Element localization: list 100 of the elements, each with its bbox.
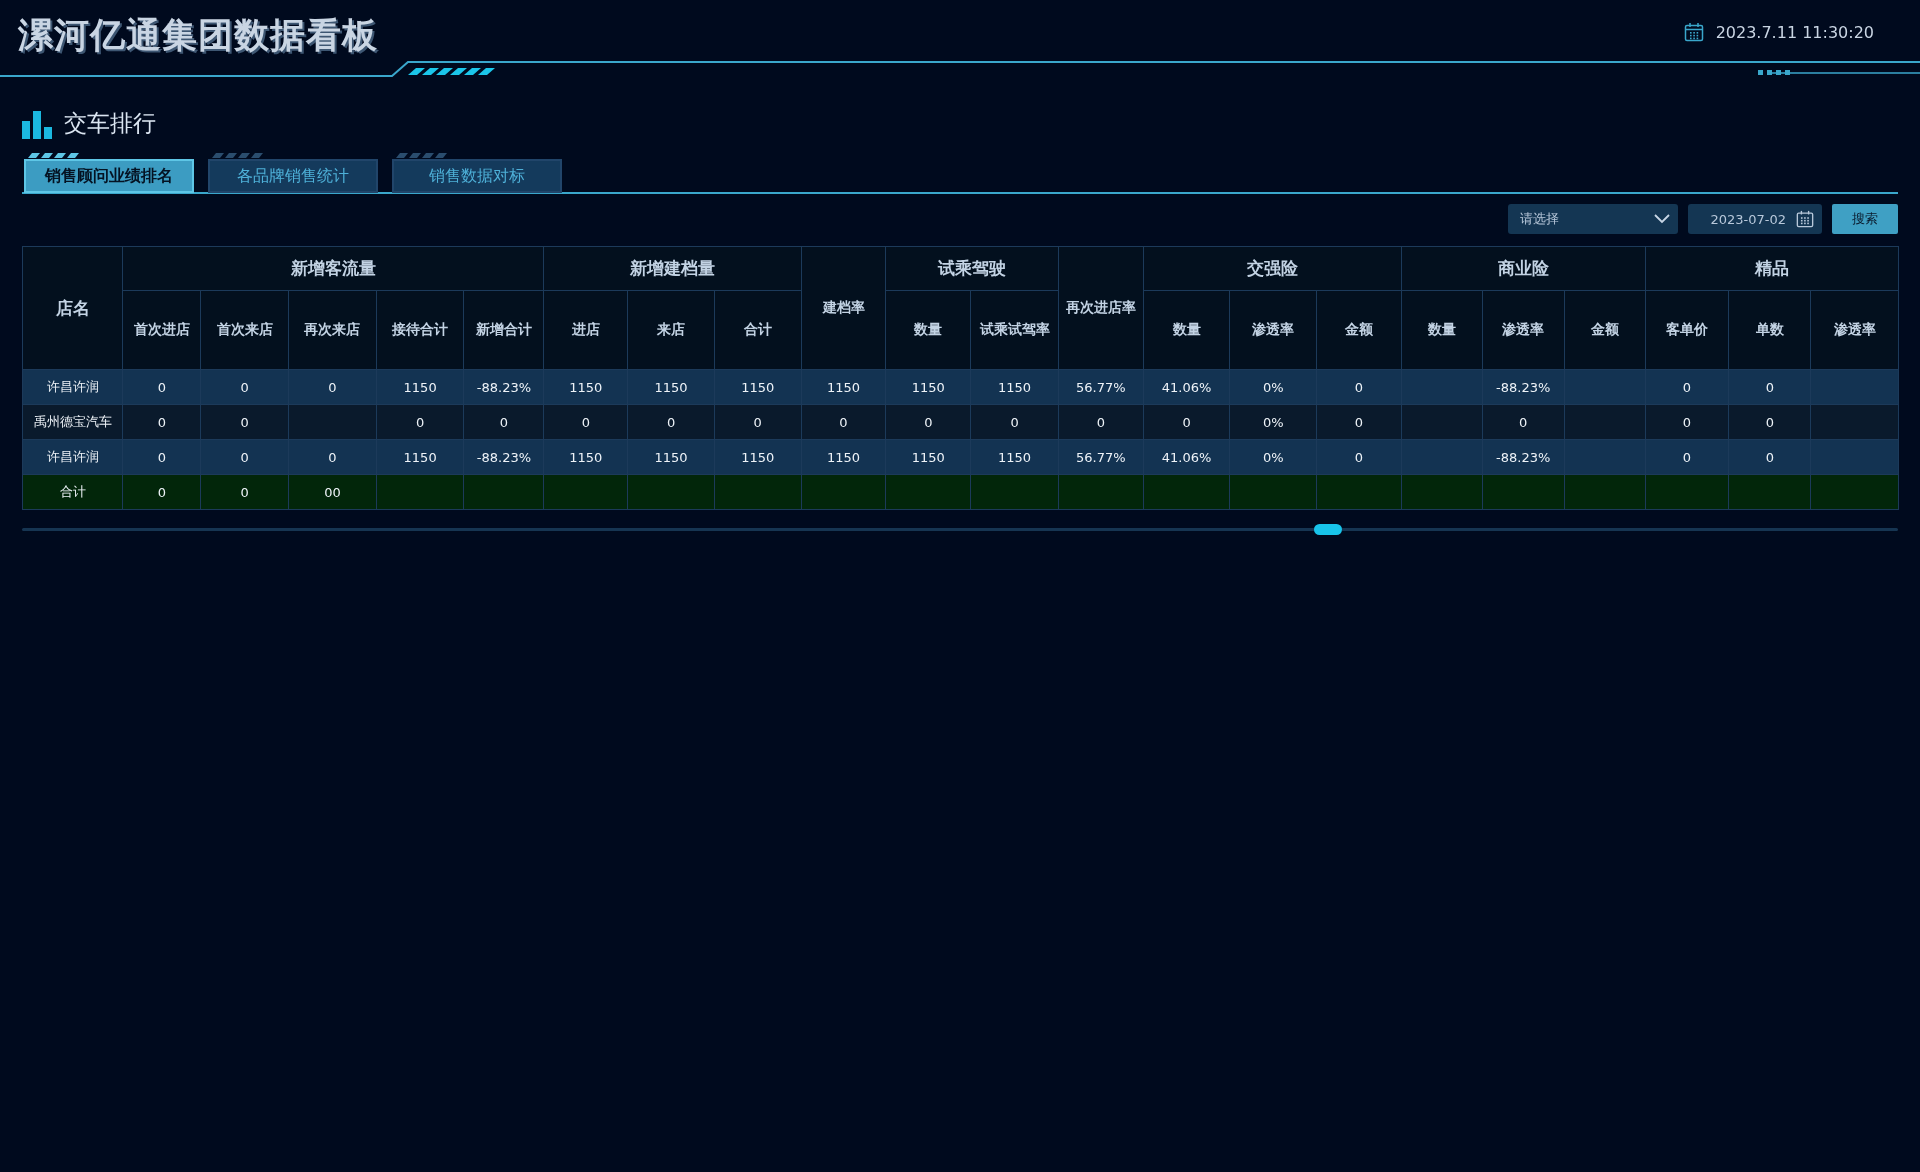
column-group-header: 精品 bbox=[1645, 246, 1899, 291]
table-cell: 0 bbox=[1728, 369, 1811, 405]
table-cell: 0 bbox=[1645, 439, 1729, 475]
table-cell: 1150 bbox=[627, 439, 715, 475]
calendar-icon bbox=[1796, 210, 1814, 228]
column-header: 客单价 bbox=[1645, 290, 1729, 370]
table-cell: 0 bbox=[1645, 404, 1729, 440]
column-header: 数量 bbox=[1143, 290, 1230, 370]
table-cell: 0 bbox=[200, 404, 289, 440]
tab-stripes-icon bbox=[396, 153, 448, 158]
table-cell: -88.23% bbox=[463, 439, 544, 475]
column-header: 渗透率 bbox=[1810, 290, 1899, 370]
table-cell: 1150 bbox=[714, 439, 802, 475]
table-cell: -88.23% bbox=[1482, 369, 1565, 405]
table-cell: 0% bbox=[1229, 369, 1317, 405]
column-header: 新增合计 bbox=[463, 290, 544, 370]
table-cell: 许昌许润 bbox=[22, 439, 123, 475]
table-cell: -88.23% bbox=[1482, 439, 1565, 475]
table-cell: 0 bbox=[200, 439, 289, 475]
date-field[interactable]: 2023-07-02 bbox=[1688, 204, 1822, 234]
table-cell: 0 bbox=[1482, 404, 1565, 440]
table-cell: 1150 bbox=[714, 369, 802, 405]
column-group-header: 新增建档量 bbox=[543, 246, 802, 291]
table-cell: 1150 bbox=[801, 369, 886, 405]
table-cell: 0 bbox=[627, 404, 715, 440]
table-cell: 合计 bbox=[22, 474, 123, 510]
table-cell: 1150 bbox=[376, 439, 464, 475]
table-cell: 1150 bbox=[543, 439, 628, 475]
tab-stripes-icon bbox=[28, 153, 80, 158]
table-cell: 1150 bbox=[627, 369, 715, 405]
column-header: 数量 bbox=[1401, 290, 1483, 370]
table-cell: 0 bbox=[122, 404, 201, 440]
column-group-header: 交强险 bbox=[1143, 246, 1402, 291]
table-cell: 0 bbox=[200, 474, 289, 510]
table-cell: 0 bbox=[1728, 439, 1811, 475]
table-cell: 1150 bbox=[543, 369, 628, 405]
table-cell: 禹州德宝汽车 bbox=[22, 404, 123, 440]
table-cell: 0 bbox=[200, 369, 289, 405]
table-cell: 41.06% bbox=[1143, 439, 1230, 475]
table-cell: 0 bbox=[288, 369, 377, 405]
table-cell: 0 bbox=[885, 404, 971, 440]
table-cell: 0 bbox=[376, 404, 464, 440]
table-cell: 0 bbox=[543, 404, 628, 440]
column-header: 数量 bbox=[885, 290, 971, 370]
column-header: 单数 bbox=[1728, 290, 1811, 370]
table-cell: 56.77% bbox=[1058, 439, 1144, 475]
tab[interactable]: 销售顾问业绩排名 bbox=[24, 159, 194, 193]
chevron-down-icon bbox=[1654, 214, 1670, 224]
table-cell: 0 bbox=[1645, 369, 1729, 405]
table-cell: 0 bbox=[1058, 404, 1144, 440]
table-cell: 1150 bbox=[885, 369, 971, 405]
table-cell: 0 bbox=[1316, 439, 1402, 475]
table-cell: 0 bbox=[970, 404, 1059, 440]
table-cell: 00 bbox=[288, 474, 377, 510]
date-time: 2023.7.11 11:30:20 bbox=[1715, 22, 1874, 42]
table-cell: 0 bbox=[122, 474, 201, 510]
table-cell: 1150 bbox=[970, 369, 1059, 405]
table-cell: 1150 bbox=[801, 439, 886, 475]
table-cell: 0 bbox=[288, 439, 377, 475]
table-cell: 1150 bbox=[885, 439, 971, 475]
column-header: 金额 bbox=[1316, 290, 1402, 370]
tab-stripes-icon bbox=[212, 153, 264, 158]
column-header: 进店 bbox=[543, 290, 628, 370]
column-header: 渗透率 bbox=[1229, 290, 1317, 370]
column-group-header: 商业险 bbox=[1401, 246, 1646, 291]
column-header: 来店 bbox=[627, 290, 715, 370]
bar-chart-icon bbox=[22, 108, 52, 139]
table-cell: 0 bbox=[122, 439, 201, 475]
table-cell: 0 bbox=[1316, 404, 1402, 440]
column-header: 首次进店 bbox=[122, 290, 201, 370]
tab[interactable]: 各品牌销售统计 bbox=[208, 159, 378, 193]
column-group-header: 新增客流量 bbox=[122, 246, 544, 291]
column-header: 建档率 bbox=[801, 246, 886, 370]
column-header: 再次来店 bbox=[288, 290, 377, 370]
column-header: 再次进店率 bbox=[1058, 246, 1144, 370]
section-title: 交车排行 bbox=[64, 109, 156, 138]
search-button[interactable]: 搜索 bbox=[1832, 204, 1898, 234]
column-header: 合计 bbox=[714, 290, 802, 370]
table-cell: 1150 bbox=[376, 369, 464, 405]
column-header: 渗透率 bbox=[1482, 290, 1565, 370]
select-dropdown[interactable]: 请选择 bbox=[1508, 204, 1678, 234]
column-header: 试乘试驾率 bbox=[970, 290, 1059, 370]
table-cell: 0 bbox=[1728, 404, 1811, 440]
table-cell: 56.77% bbox=[1058, 369, 1144, 405]
table-cell: 0 bbox=[801, 404, 886, 440]
table-cell: 0% bbox=[1229, 439, 1317, 475]
calendar-icon bbox=[1683, 22, 1704, 42]
column-header: 接待合计 bbox=[376, 290, 464, 370]
table-cell: 许昌许润 bbox=[22, 369, 123, 405]
table-cell: 0 bbox=[463, 404, 544, 440]
table-cell: 0 bbox=[1143, 404, 1230, 440]
column-header: 店名 bbox=[22, 246, 123, 370]
table-cell: 0 bbox=[1316, 369, 1402, 405]
tab[interactable]: 销售数据对标 bbox=[392, 159, 562, 193]
table-cell: 41.06% bbox=[1143, 369, 1230, 405]
column-group-header: 试乘驾驶 bbox=[885, 246, 1059, 291]
column-header: 金额 bbox=[1564, 290, 1646, 370]
table-cell: -88.23% bbox=[463, 369, 544, 405]
horizontal-scrollbar[interactable] bbox=[22, 524, 1898, 534]
dashboard-title: 漯河亿通集团数据看板 bbox=[18, 13, 378, 57]
